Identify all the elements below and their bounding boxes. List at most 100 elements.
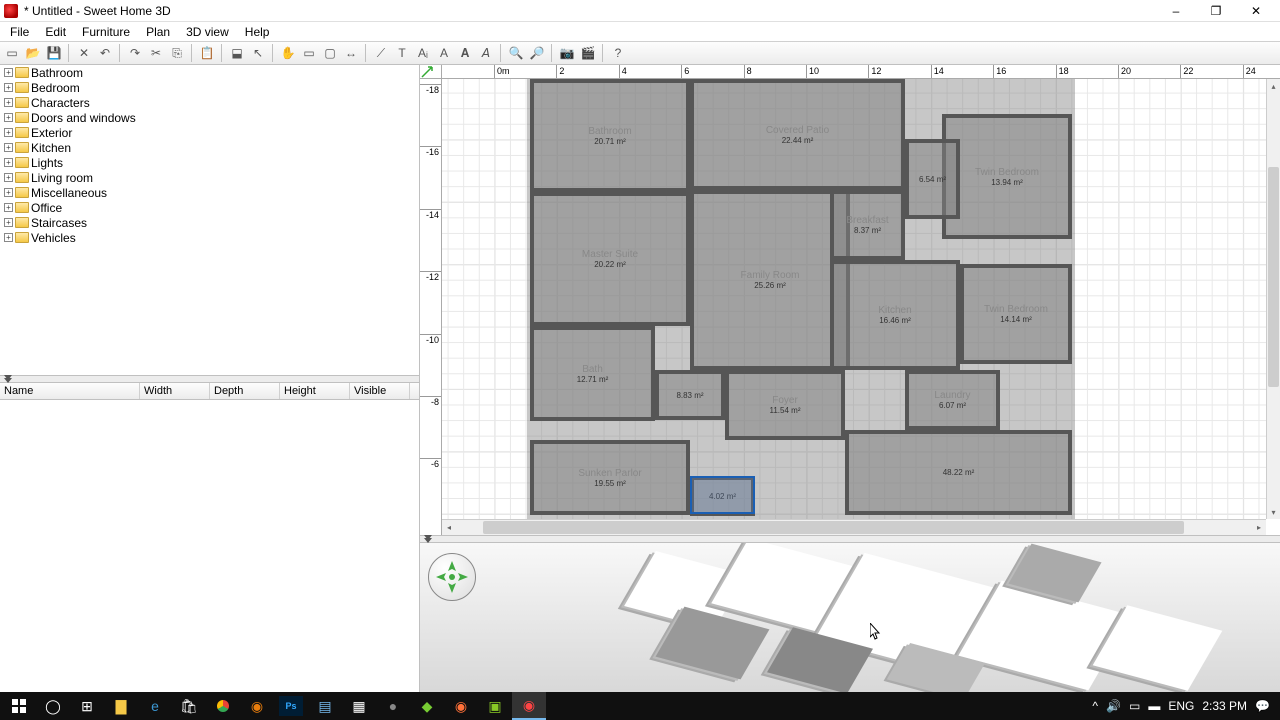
- room[interactable]: Covered Patio22.44 m²: [690, 79, 905, 190]
- catalog-office[interactable]: +Office: [0, 200, 419, 215]
- edge-icon[interactable]: e: [138, 692, 172, 720]
- add-furniture-icon[interactable]: ⬓: [227, 43, 247, 63]
- start-button[interactable]: [2, 692, 36, 720]
- room[interactable]: Bath12.71 m²: [530, 326, 655, 421]
- expand-icon[interactable]: +: [4, 128, 13, 137]
- navigation-compass[interactable]: [428, 553, 476, 601]
- room[interactable]: Kitchen16.46 m²: [830, 260, 960, 370]
- menu-help[interactable]: Help: [237, 23, 278, 41]
- scroll-thumb-v[interactable]: [1268, 167, 1279, 387]
- sweethome-icon[interactable]: ◉: [512, 692, 546, 720]
- room[interactable]: Master Suite20.22 m²: [530, 192, 690, 326]
- save-icon[interactable]: 💾: [44, 43, 64, 63]
- blender-icon[interactable]: ◉: [240, 692, 274, 720]
- expand-icon[interactable]: +: [4, 158, 13, 167]
- catalog-characters[interactable]: +Characters: [0, 95, 419, 110]
- firefox-icon[interactable]: ◉: [444, 692, 478, 720]
- copy-icon[interactable]: ⎘: [167, 43, 187, 63]
- open-icon[interactable]: 📂: [23, 43, 43, 63]
- help-icon[interactable]: ?: [608, 43, 628, 63]
- close-button[interactable]: ✕: [1236, 0, 1276, 22]
- system-tray[interactable]: ^ 🔊 ▭ ▬ ENG 2:33 PM 💬: [1084, 699, 1278, 713]
- store-icon[interactable]: 🛍: [172, 692, 206, 720]
- expand-icon[interactable]: +: [4, 173, 13, 182]
- select-icon[interactable]: ↖: [248, 43, 268, 63]
- cut-icon[interactable]: ✂: [146, 43, 166, 63]
- catalog-bathroom[interactable]: +Bathroom: [0, 65, 419, 80]
- catalog-bedroom[interactable]: +Bedroom: [0, 80, 419, 95]
- splitter-right[interactable]: [420, 535, 1280, 543]
- menu-file[interactable]: File: [2, 23, 37, 41]
- catalog-doors-and-windows[interactable]: +Doors and windows: [0, 110, 419, 125]
- plan-canvas[interactable]: Bathroom20.71 m²Covered Patio22.44 m² Twi…: [442, 79, 1266, 519]
- horizontal-scrollbar[interactable]: ◂ ▸: [442, 519, 1266, 535]
- file-explorer-icon[interactable]: ▇: [104, 692, 138, 720]
- room[interactable]: Breakfast8.37 m²: [830, 190, 905, 260]
- catalog-vehicles[interactable]: +Vehicles: [0, 230, 419, 245]
- room[interactable]: 8.83 m²: [655, 370, 725, 420]
- selected-room[interactable]: [690, 476, 755, 514]
- catalog-lights[interactable]: +Lights: [0, 155, 419, 170]
- menu-edit[interactable]: Edit: [37, 23, 74, 41]
- tray-overflow-icon[interactable]: ^: [1092, 699, 1098, 713]
- room-icon[interactable]: ▢: [320, 43, 340, 63]
- text-icon[interactable]: T: [392, 43, 412, 63]
- scroll-right-icon[interactable]: ▸: [1252, 520, 1266, 535]
- label-icon[interactable]: Aᵢ: [413, 43, 433, 63]
- column-height[interactable]: Height: [280, 383, 350, 399]
- pan-icon[interactable]: ✋: [278, 43, 298, 63]
- furniture-list[interactable]: NameWidthDepthHeightVisible: [0, 383, 419, 692]
- menu-furniture[interactable]: Furniture: [74, 23, 138, 41]
- windows-taskbar[interactable]: ◯ ⊞ ▇ e 🛍 ◉ Ps ▤ ▦ ● ◆ ◉ ▣ ◉ ^ 🔊 ▭ ▬ ENG…: [0, 692, 1280, 720]
- column-width[interactable]: Width: [140, 383, 210, 399]
- text-bold-icon[interactable]: 𝐀: [455, 43, 475, 63]
- minimize-button[interactable]: –: [1156, 0, 1196, 22]
- app-icon-1[interactable]: ●: [376, 692, 410, 720]
- expand-icon[interactable]: +: [4, 143, 13, 152]
- photo-icon[interactable]: 📷: [557, 43, 577, 63]
- paste-icon[interactable]: 📋: [197, 43, 217, 63]
- room[interactable]: Laundry6.07 m²: [905, 370, 1000, 430]
- room[interactable]: Family Room25.26 m²: [690, 190, 850, 370]
- polyline-icon[interactable]: ⟋: [371, 43, 391, 63]
- notepad-icon[interactable]: ▤: [308, 692, 342, 720]
- catalog-kitchen[interactable]: +Kitchen: [0, 140, 419, 155]
- room[interactable]: Sunken Parlor19.55 m²: [530, 440, 690, 515]
- cortana-icon[interactable]: ◯: [36, 692, 70, 720]
- expand-icon[interactable]: +: [4, 113, 13, 122]
- zoom-in-icon[interactable]: 🔍: [506, 43, 526, 63]
- action-center-icon[interactable]: ▭: [1129, 699, 1140, 713]
- undo-icon[interactable]: ↶: [95, 43, 115, 63]
- scroll-thumb-h[interactable]: [483, 521, 1183, 534]
- redo-icon[interactable]: ↷: [125, 43, 145, 63]
- room[interactable]: Bathroom20.71 m²: [530, 79, 690, 192]
- prefs-icon[interactable]: ✕: [74, 43, 94, 63]
- expand-icon[interactable]: +: [4, 68, 13, 77]
- splitter-left[interactable]: [0, 375, 419, 383]
- column-name[interactable]: Name: [0, 383, 140, 399]
- text-style-icon[interactable]: A: [434, 43, 454, 63]
- menu-3d-view[interactable]: 3D view: [178, 23, 237, 41]
- app-icon-2[interactable]: ◆: [410, 692, 444, 720]
- taskview-icon[interactable]: ⊞: [70, 692, 104, 720]
- notification-icon[interactable]: 💬: [1255, 699, 1270, 713]
- scroll-down-icon[interactable]: ▾: [1267, 505, 1280, 519]
- expand-icon[interactable]: +: [4, 218, 13, 227]
- expand-icon[interactable]: +: [4, 188, 13, 197]
- expand-icon[interactable]: +: [4, 83, 13, 92]
- text-italic-icon[interactable]: 𝘈: [476, 43, 496, 63]
- maximize-button[interactable]: ❐: [1196, 0, 1236, 22]
- scroll-left-icon[interactable]: ◂: [442, 520, 456, 535]
- calc-icon[interactable]: ▦: [342, 692, 376, 720]
- expand-icon[interactable]: +: [4, 98, 13, 107]
- volume-icon[interactable]: 🔊: [1106, 699, 1121, 713]
- wall-icon[interactable]: ▭: [299, 43, 319, 63]
- room[interactable]: Twin Bedroom14.14 m²: [960, 264, 1072, 364]
- catalog-staircases[interactable]: +Staircases: [0, 215, 419, 230]
- clock[interactable]: 2:33 PM: [1202, 699, 1247, 713]
- expand-icon[interactable]: +: [4, 203, 13, 212]
- expand-icon[interactable]: +: [4, 233, 13, 242]
- photoshop-icon[interactable]: Ps: [279, 696, 303, 716]
- catalog-miscellaneous[interactable]: +Miscellaneous: [0, 185, 419, 200]
- column-visible[interactable]: Visible: [350, 383, 410, 399]
